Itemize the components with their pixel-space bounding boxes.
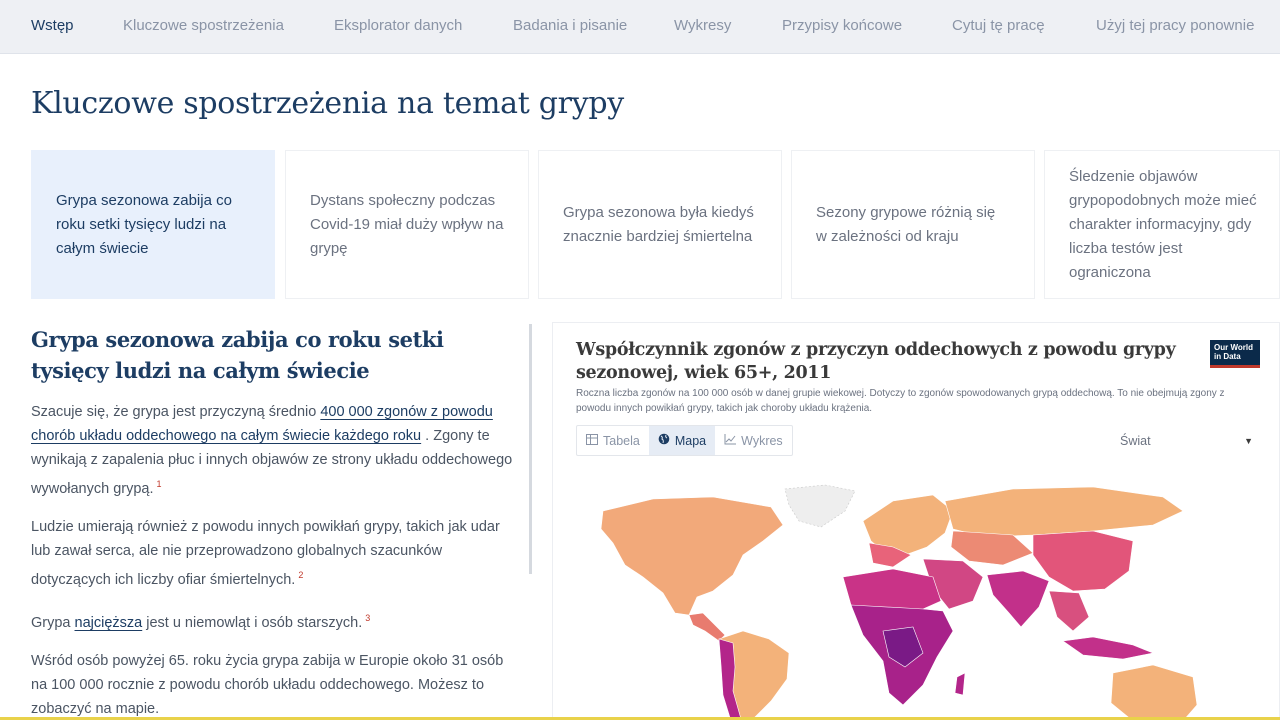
chart-card: Współczynnik zgonów z przyczyn oddechowy… [552, 322, 1280, 720]
most-severe-link[interactable]: najcięższa [75, 615, 143, 631]
line-chart-icon [724, 433, 737, 448]
insight-card-social-distancing[interactable]: Dystans społeczny podczas Covid-19 miał … [285, 150, 529, 299]
region-selected-value: Świat [1120, 434, 1151, 448]
column-divider [529, 324, 532, 574]
footnote-ref[interactable]: 2 [298, 570, 303, 580]
map-region-southeast-asia[interactable] [1048, 590, 1090, 632]
tab-map[interactable]: Mapa [648, 426, 716, 455]
globe-icon [658, 433, 670, 448]
paragraph-4: Wśród osób powyżej 65. roku życia grypa … [31, 653, 504, 717]
paragraph-3: Grypa najcięższa jest u niemowląt i osób… [31, 606, 521, 635]
table-icon [586, 433, 598, 448]
paragraph-1: Szacuje się, że grypa jest przyczyną śre… [31, 400, 521, 501]
tab-table[interactable]: Tabela [577, 426, 649, 455]
nav-cite[interactable]: Cytuj tę pracę [952, 17, 1045, 34]
paragraph-2: Ludzie umierają również z powodu innych … [31, 515, 521, 592]
nav-data-explorer[interactable]: Eksplorator danych [334, 17, 462, 34]
map-region-north-africa[interactable] [842, 568, 942, 612]
world-map[interactable] [593, 481, 1273, 720]
caret-down-icon: ▼ [1244, 436, 1253, 446]
map-region-australia[interactable] [1110, 664, 1198, 720]
tab-label: Wykres [741, 433, 783, 448]
top-navigation: Wstęp Kluczowe spostrzeżenia Eksplorator… [0, 0, 1280, 54]
map-region-north-america[interactable] [600, 496, 784, 616]
nav-key-insights[interactable]: Kluczowe spostrzeżenia [123, 17, 284, 34]
nav-charts[interactable]: Wykresy [674, 17, 731, 34]
map-region-central-asia[interactable] [950, 530, 1034, 566]
nav-reuse[interactable]: Użyj tej pracy ponownie [1096, 17, 1254, 34]
map-region-south-asia[interactable] [986, 570, 1050, 628]
footnote-ref[interactable]: 1 [157, 479, 162, 489]
insight-card-text: Dystans społeczny podczas Covid-19 miał … [310, 191, 504, 257]
chart-tabs: Tabela Mapa Wykres [576, 425, 793, 456]
nav-research-writing[interactable]: Badania i pisanie [513, 17, 627, 34]
nav-endnotes[interactable]: Przypisy końcowe [782, 17, 902, 34]
region-dropdown[interactable]: Świat ▼ [1114, 427, 1259, 455]
map-region-central-america[interactable] [688, 612, 726, 642]
nav-intro[interactable]: Wstęp [31, 17, 74, 34]
insight-card-seasons-by-country[interactable]: Sezony grypowe różnią się w zależności o… [791, 150, 1035, 299]
article-section: Grypa sezonowa zabija co roku setki tysi… [31, 324, 521, 720]
map-region-madagascar[interactable] [954, 672, 966, 696]
logo-accent-bar [1210, 365, 1260, 368]
paragraph-text: Szacuje się, że grypa jest przyczyną śre… [31, 404, 321, 420]
chart-subtitle: Roczna liczba zgonów na 100 000 osób w d… [576, 388, 1225, 414]
chart-title: Współczynnik zgonów z przyczyn oddechowy… [576, 340, 1176, 383]
insight-card-deaths[interactable]: Grypa sezonowa zabija co roku setki tysi… [31, 150, 275, 299]
owid-logo[interactable]: Our World in Data [1210, 340, 1260, 368]
paragraph-text: jest u niemowląt i osób starszych. [142, 615, 363, 631]
map-region-greenland[interactable] [784, 484, 856, 528]
paragraph-text: Ludzie umierają również z powodu innych … [31, 519, 500, 588]
map-region-north-asia[interactable] [944, 486, 1184, 538]
insight-card-text: Grypa sezonowa zabija co roku setki tysi… [56, 191, 232, 257]
insight-card-text: Śledzenie objawów grypopodobnych może mi… [1069, 167, 1257, 281]
section-heading: Grypa sezonowa zabija co roku setki tysi… [31, 327, 444, 383]
tab-label: Mapa [674, 433, 707, 448]
logo-text: Our World [1214, 343, 1253, 352]
insight-card-symptom-tracking[interactable]: Śledzenie objawów grypopodobnych może mi… [1044, 150, 1280, 299]
insight-card-text: Grypa sezonowa była kiedyś znacznie bard… [563, 203, 754, 245]
footnote-ref[interactable]: 3 [365, 613, 370, 623]
paragraph-text: Grypa [31, 615, 75, 631]
tab-chart[interactable]: Wykres [715, 426, 792, 455]
insight-card-historic-mortality[interactable]: Grypa sezonowa była kiedyś znacznie bard… [538, 150, 782, 299]
map-region-indonesia[interactable] [1062, 636, 1155, 660]
logo-text: in Data [1214, 352, 1241, 361]
insight-card-text: Sezony grypowe różnią się w zależności o… [816, 203, 996, 245]
tab-label: Tabela [603, 433, 640, 448]
page-title: Kluczowe spostrzeżenia na temat grypy [31, 86, 624, 121]
